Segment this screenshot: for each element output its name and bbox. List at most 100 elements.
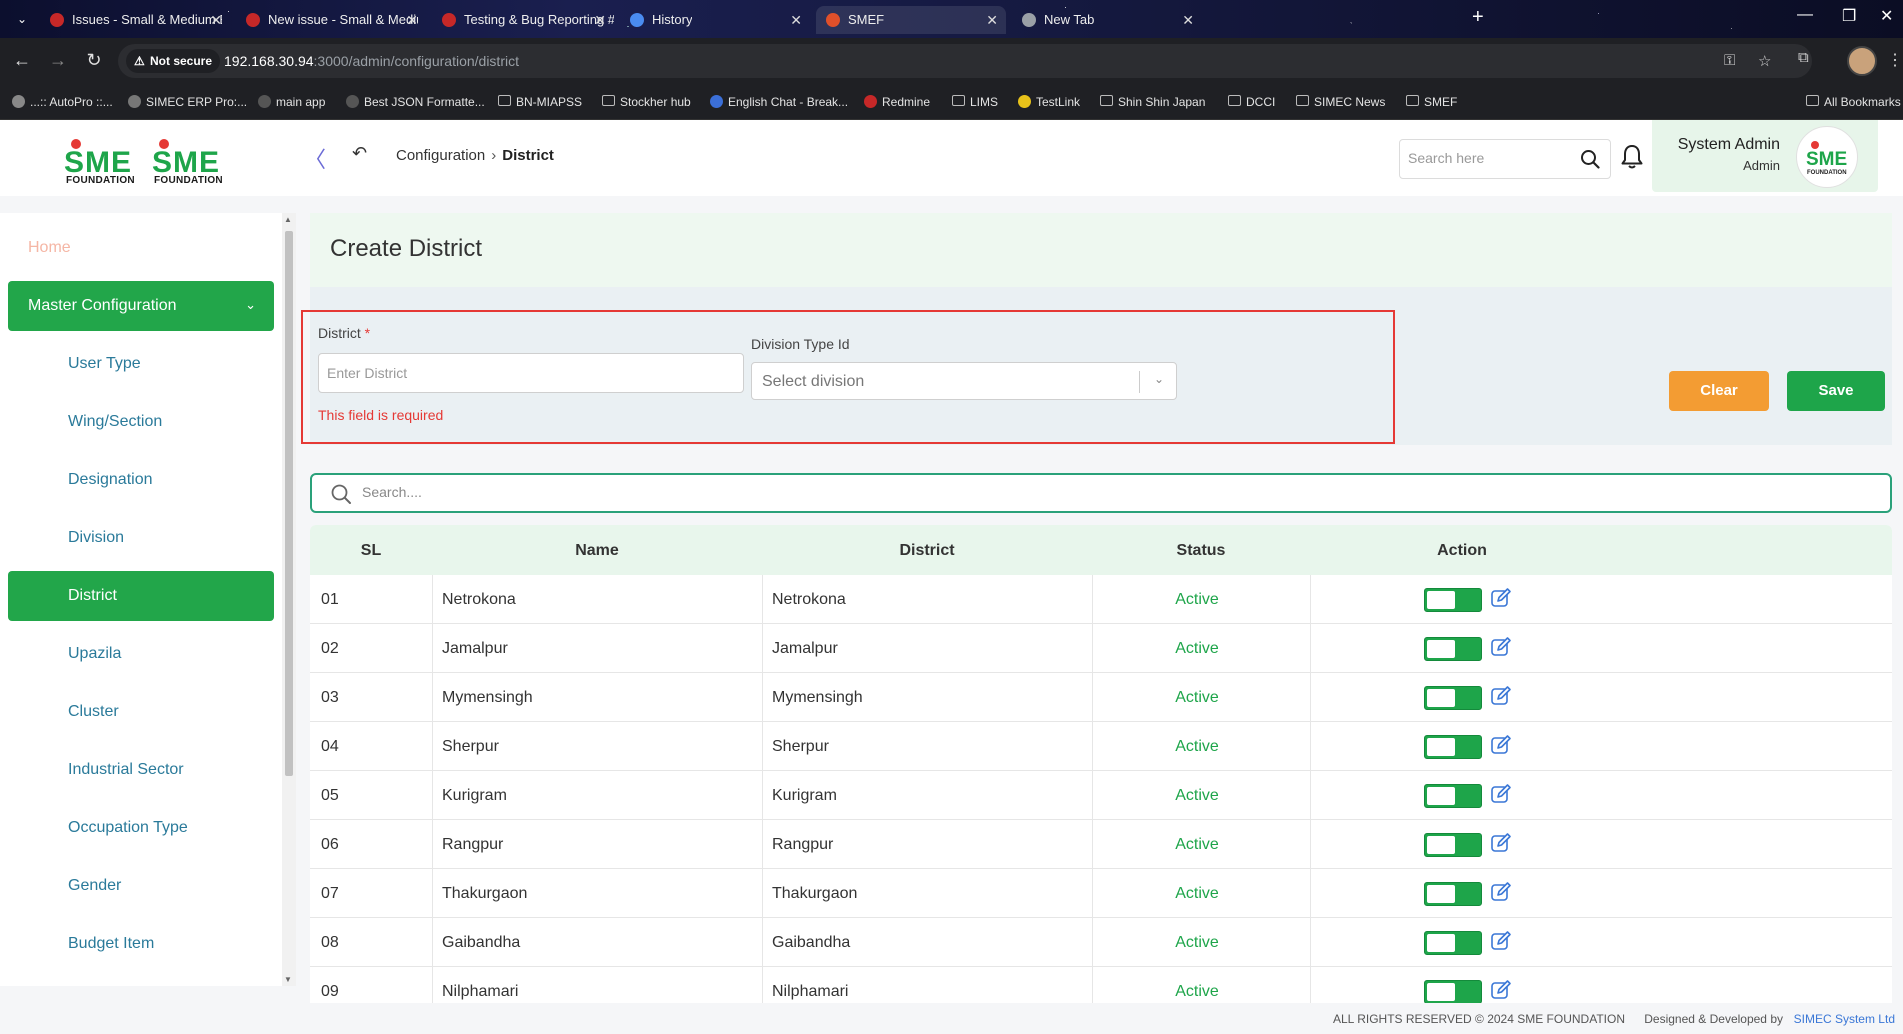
sidebar-item-industrial-sector[interactable]: Industrial Sector — [8, 745, 274, 795]
bookmark-item[interactable]: SIMEC News — [1296, 95, 1385, 109]
division-select[interactable]: Select division ⌄ — [751, 362, 1177, 400]
restore-icon[interactable]: ❐ — [1842, 6, 1856, 26]
sidebar-item-district[interactable]: District — [8, 571, 274, 621]
status-toggle[interactable] — [1424, 735, 1482, 759]
sidebar-item-cluster[interactable]: Cluster — [8, 687, 274, 737]
window-close-icon[interactable]: ✕ — [1880, 6, 1893, 26]
bookmark-item[interactable]: TestLink — [1018, 95, 1080, 109]
bookmark-item[interactable]: LIMS — [952, 95, 998, 109]
sidebar-group-master-configuration[interactable]: Master Configuration ⌄ — [8, 281, 274, 331]
status-toggle[interactable] — [1424, 588, 1482, 612]
bookmark-item[interactable]: SMEF — [1406, 95, 1457, 109]
sidebar-item-user-type[interactable]: User Type — [8, 339, 274, 389]
minimize-icon[interactable]: — — [1797, 6, 1813, 24]
bookmark-item[interactable]: DCCI — [1228, 95, 1275, 109]
edit-icon[interactable] — [1490, 587, 1512, 609]
browser-tab[interactable]: Issues - Small & Medium Enterp✕ — [40, 6, 230, 34]
status-toggle[interactable] — [1424, 833, 1482, 857]
search-icon[interactable] — [330, 483, 352, 505]
sidebar-item-gender[interactable]: Gender — [8, 861, 274, 911]
bookmark-item[interactable]: English Chat - Break... — [710, 95, 848, 109]
bookmark-item[interactable]: Redmine — [864, 95, 930, 109]
new-tab-button[interactable]: + — [1472, 6, 1484, 29]
status-toggle[interactable] — [1424, 784, 1482, 808]
bookmark-item[interactable]: Shin Shin Japan — [1100, 95, 1205, 109]
sidebar-item-division[interactable]: Division — [8, 513, 274, 563]
footer-developer-link[interactable]: SIMEC System Ltd — [1794, 1012, 1895, 1026]
tab-close-icon[interactable]: ✕ — [210, 6, 222, 34]
status-toggle[interactable] — [1424, 980, 1482, 1003]
bookmark-item[interactable]: Best JSON Formatte... — [346, 95, 485, 109]
edit-icon[interactable] — [1490, 734, 1512, 756]
cell-district: Thakurgaon — [772, 885, 858, 902]
table-row: 06 Rangpur Rangpur Active — [310, 820, 1892, 869]
omnibox[interactable]: ⚠ Not secure 192.168.30.94:3000/admin/co… — [118, 44, 1812, 78]
forward-arrow-icon[interactable]: → — [46, 50, 70, 71]
sme-foundation-logo[interactable]: SME SME FOUNDATION FOUNDATION — [64, 138, 236, 190]
sidebar-scrollbar[interactable]: ▲ ▼ — [282, 213, 296, 986]
status-toggle[interactable] — [1424, 882, 1482, 906]
extensions-icon[interactable]: ⧉ — [1798, 49, 1809, 66]
bookmark-star-icon[interactable]: ☆ — [1758, 52, 1771, 70]
browser-tab[interactable]: Testing & Bug Reporting #1306✕ — [432, 6, 614, 34]
all-bookmarks[interactable]: All Bookmarks — [1806, 95, 1901, 109]
bookmark-item[interactable]: SIMEC ERP Pro:... — [128, 95, 247, 109]
district-input[interactable] — [318, 353, 744, 393]
bookmark-item[interactable]: main app — [258, 95, 325, 109]
notification-bell-icon[interactable] — [1620, 144, 1644, 170]
sidebar-item-wing-section[interactable]: Wing/Section — [8, 397, 274, 447]
tab-close-icon[interactable]: ✕ — [406, 6, 418, 34]
avatar-logo-icon: SME FOUNDATION — [1806, 141, 1847, 176]
status-toggle[interactable] — [1424, 686, 1482, 710]
browser-tab[interactable]: SMEF ✕ — [816, 6, 1006, 34]
edit-icon[interactable] — [1490, 979, 1512, 1001]
browser-tab[interactable]: New issue - Small & Medium E✕ — [236, 6, 426, 34]
url-text[interactable]: 192.168.30.94:3000/admin/configuration/d… — [224, 53, 519, 69]
save-button[interactable]: Save — [1787, 371, 1885, 411]
search-icon[interactable] — [1580, 149, 1600, 169]
browser-tab[interactable]: New Tab ✕ — [1012, 6, 1202, 34]
browser-menu-icon[interactable]: ⋮ — [1887, 50, 1903, 70]
tab-close-icon[interactable]: ✕ — [986, 6, 998, 34]
breadcrumb-parent[interactable]: Configuration — [396, 147, 485, 164]
scroll-up-icon[interactable]: ▲ — [284, 215, 292, 224]
tab-close-icon[interactable]: ✕ — [1182, 6, 1194, 34]
bookmark-item[interactable]: Stockher hub — [602, 95, 691, 109]
sidebar-item-home[interactable]: Home — [28, 239, 71, 257]
folder-icon — [1406, 95, 1419, 106]
edit-icon[interactable] — [1490, 930, 1512, 952]
header-search-input[interactable] — [1408, 150, 1568, 166]
tab-search-icon[interactable]: ⌄ — [10, 8, 34, 30]
avatar[interactable]: SME FOUNDATION — [1796, 126, 1858, 188]
sidebar-scroll-thumb[interactable] — [285, 231, 293, 776]
clear-button[interactable]: Clear — [1669, 371, 1769, 411]
edit-icon[interactable] — [1490, 636, 1512, 658]
back-arrow-icon[interactable]: ← — [10, 50, 34, 71]
tab-close-icon[interactable]: ✕ — [790, 6, 802, 34]
status-toggle[interactable] — [1424, 637, 1482, 661]
scroll-down-icon[interactable]: ▼ — [284, 975, 292, 984]
security-badge[interactable]: ⚠ Not secure — [126, 49, 221, 73]
tab-close-icon[interactable]: ✕ — [594, 6, 606, 34]
table-search-input[interactable] — [362, 484, 962, 500]
bookmark-item[interactable]: ...:: AutoPro ::... — [12, 95, 113, 109]
reload-icon[interactable]: ↻ — [82, 50, 106, 71]
sidebar-collapse-icon[interactable]: 〈 — [304, 142, 326, 174]
status-toggle[interactable] — [1424, 931, 1482, 955]
sidebar-item-upazila[interactable]: Upazila — [8, 629, 274, 679]
edit-icon[interactable] — [1490, 881, 1512, 903]
chevron-down-icon[interactable]: ⌄ — [1154, 372, 1164, 386]
sidebar-item-designation[interactable]: Designation — [8, 455, 274, 505]
profile-avatar[interactable] — [1847, 46, 1877, 76]
bookmark-item[interactable]: BN-MIAPSS — [498, 95, 582, 109]
browser-tab[interactable]: History ✕ — [620, 6, 810, 34]
undo-back-icon[interactable]: ↶ — [352, 143, 367, 164]
edit-icon[interactable] — [1490, 832, 1512, 854]
password-key-icon[interactable]: ⚿ — [1724, 52, 1735, 69]
user-profile-card[interactable]: System Admin Admin SME FOUNDATION — [1652, 120, 1878, 192]
edit-icon[interactable] — [1490, 783, 1512, 805]
sidebar-item-budget-item[interactable]: Budget Item — [8, 919, 274, 969]
sidebar-item-occupation-type[interactable]: Occupation Type — [8, 803, 274, 853]
cell-divider — [1310, 624, 1311, 673]
edit-icon[interactable] — [1490, 685, 1512, 707]
